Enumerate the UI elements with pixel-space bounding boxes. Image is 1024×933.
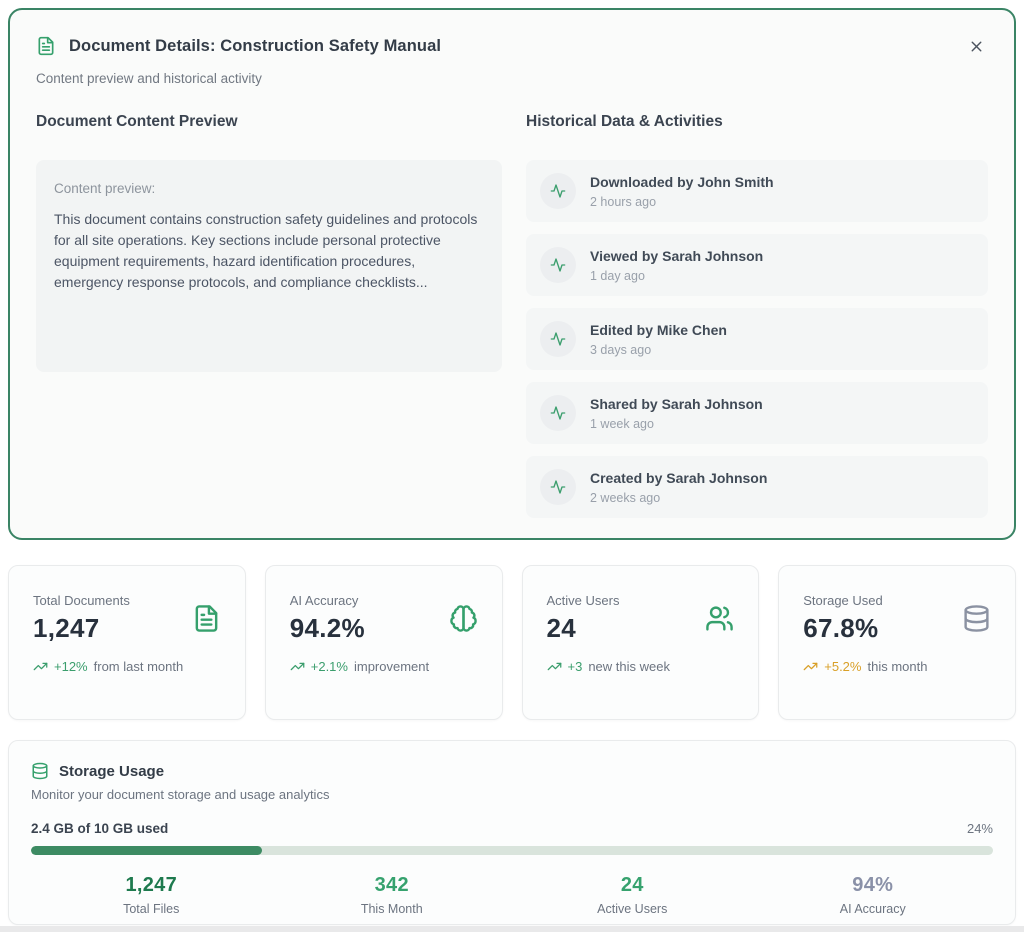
modal-header: Document Details: Construction Safety Ma… [36, 34, 988, 58]
storage-title: Storage Usage [59, 763, 164, 780]
activities-heading: Historical Data & Activities [526, 113, 988, 131]
trend-value: +3 [568, 659, 583, 674]
stat-card-active-users: Active Users 24 +3 new this week [522, 565, 760, 720]
stat-trend: +3 new this week [547, 659, 735, 674]
activity-time: 2 hours ago [590, 195, 774, 209]
storage-stat-label: Total Files [31, 902, 272, 916]
storage-stat-value: 24 [512, 874, 753, 897]
activity-title: Edited by Mike Chen [590, 322, 727, 338]
trend-suffix: improvement [354, 659, 429, 674]
usage-row: 2.4 GB of 10 GB used 24% [31, 821, 993, 836]
content-preview-body: This document contains construction safe… [54, 209, 484, 293]
activity-item: Viewed by Sarah Johnson 1 day ago [526, 234, 988, 296]
stat-card-total-documents: Total Documents 1,247 +12% from last mon… [8, 565, 246, 720]
storage-stat-value: 342 [272, 874, 513, 897]
stat-trend: +5.2% this month [803, 659, 991, 674]
storage-usage-card: Storage Usage Monitor your document stor… [8, 740, 1016, 925]
brain-icon [449, 604, 478, 633]
close-button[interactable] [964, 34, 988, 58]
activity-icon [540, 173, 576, 209]
content-preview-box: Content preview: This document contains … [36, 160, 502, 372]
storage-stats-row: 1,247 Total Files 342 This Month 24 Acti… [31, 874, 993, 916]
trending-up-icon [33, 659, 48, 674]
database-icon [31, 762, 49, 780]
storage-progress-fill [31, 846, 262, 855]
document-details-modal: Document Details: Construction Safety Ma… [8, 8, 1016, 540]
activity-text: Viewed by Sarah Johnson 1 day ago [590, 248, 763, 283]
stat-value: 24 [547, 613, 620, 644]
trending-up-icon [803, 659, 818, 674]
stat-value: 94.2% [290, 613, 365, 644]
trend-value: +2.1% [311, 659, 348, 674]
trend-value: +12% [54, 659, 88, 674]
trend-value: +5.2% [824, 659, 861, 674]
file-text-icon [36, 36, 56, 56]
activity-time: 1 week ago [590, 417, 763, 431]
activity-time: 3 days ago [590, 343, 727, 357]
activities-column: Historical Data & Activities Downloaded … [526, 113, 988, 518]
usage-label: 2.4 GB of 10 GB used [31, 821, 168, 836]
file-text-icon [192, 604, 221, 633]
activity-item: Downloaded by John Smith 2 hours ago [526, 160, 988, 222]
activity-list: Downloaded by John Smith 2 hours ago Vie… [526, 160, 988, 518]
stat-card-ai-accuracy: AI Accuracy 94.2% +2.1% improvement [265, 565, 503, 720]
modal-subtitle: Content preview and historical activity [36, 71, 988, 86]
activity-time: 1 day ago [590, 269, 763, 283]
modal-title: Document Details: Construction Safety Ma… [69, 37, 441, 56]
stat-value: 67.8% [803, 613, 883, 644]
activity-icon [540, 247, 576, 283]
activity-title: Shared by Sarah Johnson [590, 396, 763, 412]
content-preview-column: Document Content Preview Content preview… [36, 113, 502, 518]
usage-percent: 24% [967, 821, 993, 836]
activity-time: 2 weeks ago [590, 491, 767, 505]
storage-subtitle: Monitor your document storage and usage … [31, 787, 993, 802]
stat-label: Storage Used [803, 593, 883, 608]
activity-text: Created by Sarah Johnson 2 weeks ago [590, 470, 767, 505]
storage-stat-ai-accuracy: 94% AI Accuracy [753, 874, 994, 916]
modal-body: Document Content Preview Content preview… [36, 113, 988, 518]
activity-icon [540, 469, 576, 505]
storage-stat-label: This Month [272, 902, 513, 916]
activity-title: Viewed by Sarah Johnson [590, 248, 763, 264]
storage-stat-this-month: 342 This Month [272, 874, 513, 916]
storage-stat-label: AI Accuracy [753, 902, 994, 916]
activity-title: Downloaded by John Smith [590, 174, 774, 190]
activity-icon [540, 321, 576, 357]
storage-stat-total-files: 1,247 Total Files [31, 874, 272, 916]
stat-trend: +12% from last month [33, 659, 221, 674]
trending-up-icon [547, 659, 562, 674]
content-preview-heading: Document Content Preview [36, 113, 502, 131]
activity-item: Created by Sarah Johnson 2 weeks ago [526, 456, 988, 518]
page-bottom-edge [0, 926, 1024, 932]
storage-stat-active-users: 24 Active Users [512, 874, 753, 916]
storage-progress-bar [31, 846, 993, 855]
trend-suffix: new this week [588, 659, 670, 674]
close-icon [968, 38, 985, 55]
activity-icon [540, 395, 576, 431]
storage-stat-value: 1,247 [31, 874, 272, 897]
stat-label: Total Documents [33, 593, 130, 608]
document-dashboard-page: Document Details: Construction Safety Ma… [0, 0, 1024, 933]
stat-trend: +2.1% improvement [290, 659, 478, 674]
database-icon [962, 604, 991, 633]
storage-stat-value: 94% [753, 874, 994, 897]
stat-label: Active Users [547, 593, 620, 608]
trend-suffix: from last month [94, 659, 184, 674]
trend-suffix: this month [867, 659, 927, 674]
activity-text: Edited by Mike Chen 3 days ago [590, 322, 727, 357]
content-preview-label: Content preview: [54, 181, 484, 196]
activity-text: Shared by Sarah Johnson 1 week ago [590, 396, 763, 431]
activity-item: Edited by Mike Chen 3 days ago [526, 308, 988, 370]
stat-label: AI Accuracy [290, 593, 365, 608]
stat-value: 1,247 [33, 613, 130, 644]
trending-up-icon [290, 659, 305, 674]
stat-card-storage-used: Storage Used 67.8% +5.2% this month [778, 565, 1016, 720]
activity-text: Downloaded by John Smith 2 hours ago [590, 174, 774, 209]
activity-item: Shared by Sarah Johnson 1 week ago [526, 382, 988, 444]
users-icon [705, 604, 734, 633]
activity-title: Created by Sarah Johnson [590, 470, 767, 486]
storage-stat-label: Active Users [512, 902, 753, 916]
stat-cards-row: Total Documents 1,247 +12% from last mon… [8, 565, 1016, 720]
storage-header: Storage Usage [31, 762, 993, 780]
